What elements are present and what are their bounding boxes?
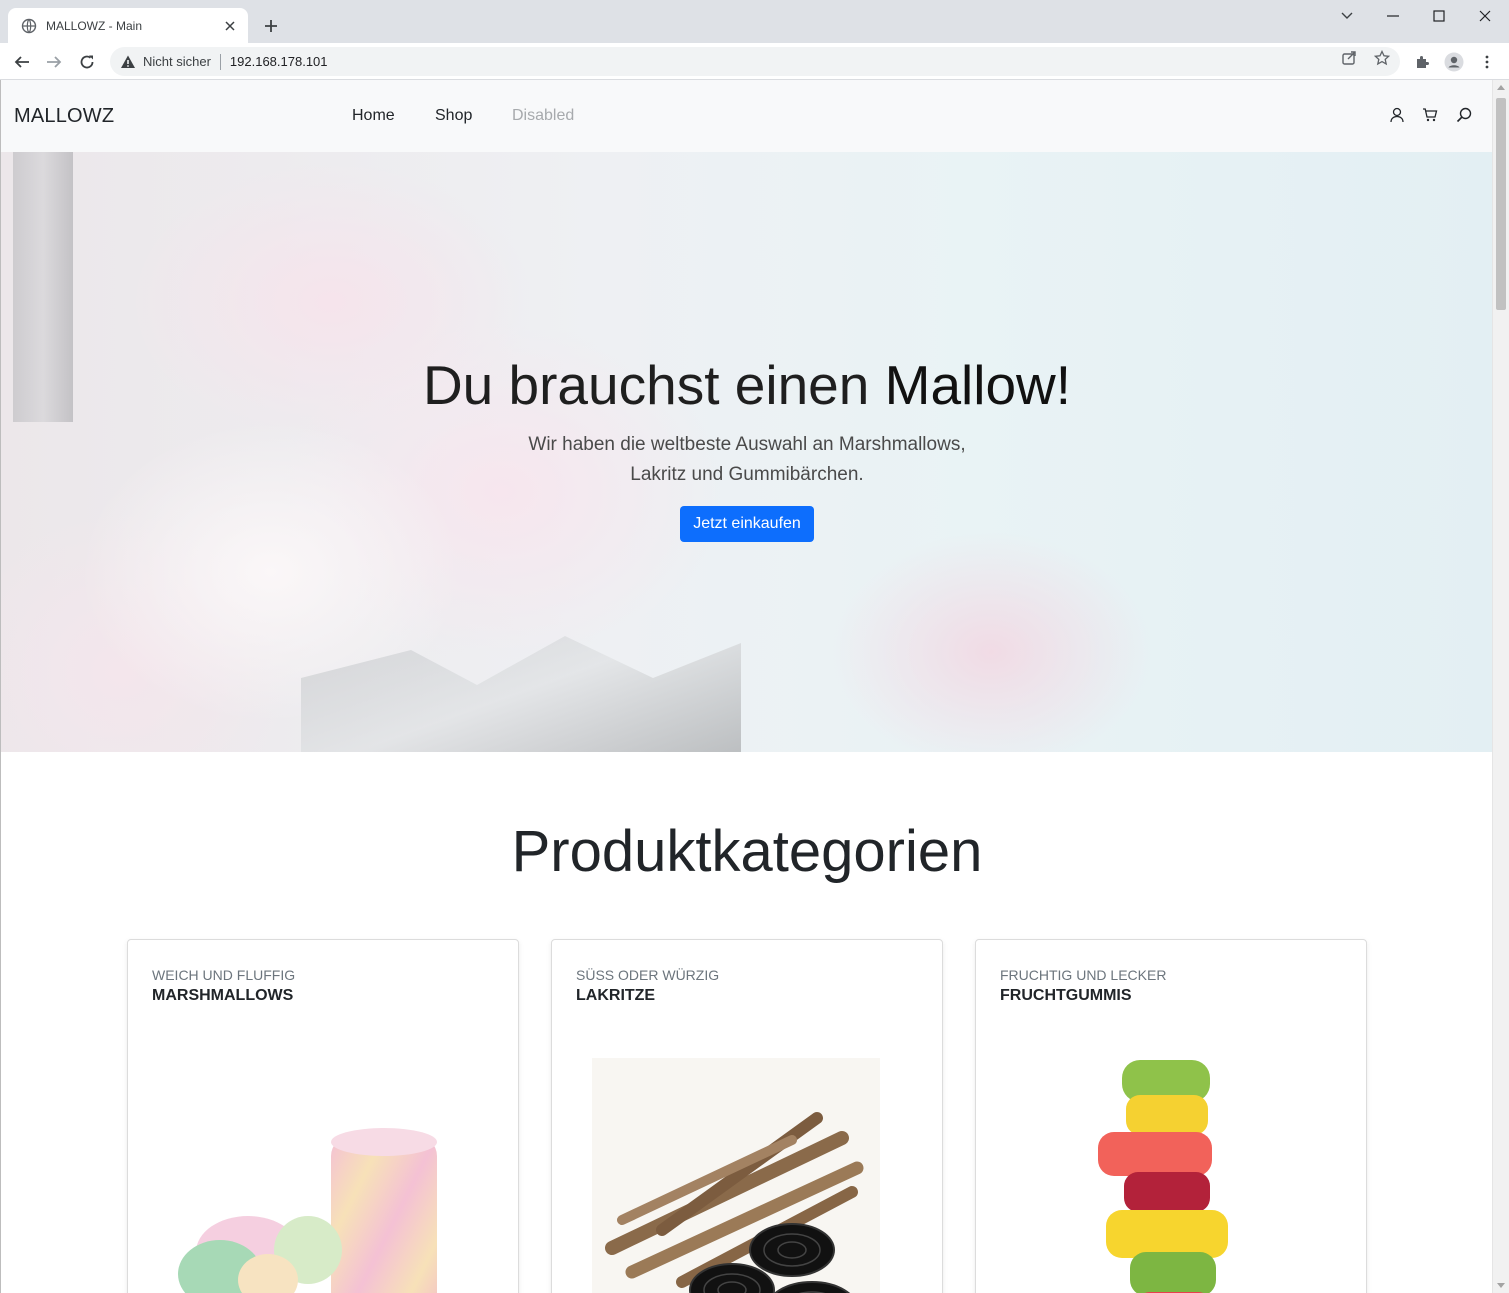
close-tab-icon[interactable]: [222, 18, 238, 34]
address-separator: [219, 53, 221, 70]
page-viewport: MALLOWZ Home Shop Disabled Du brauchst e…: [0, 80, 1492, 1293]
hero-background-cup: [301, 636, 741, 752]
category-card-fruchtgummis[interactable]: Fruchtig und lecker Fruchtgummis: [975, 939, 1367, 1293]
category-card-lakritze[interactable]: Süß oder würzig Lakritze: [551, 939, 943, 1293]
category-title[interactable]: Lakritze: [576, 987, 655, 1005]
nav-link-disabled: Disabled: [512, 107, 575, 124]
category-kicker: Fruchtig und lecker: [1000, 967, 1167, 983]
back-button[interactable]: [9, 49, 35, 75]
hero-content: Du brauchst einen Mallow! Wir haben die …: [1, 352, 1492, 542]
hero-title-light: Du brauchst einen: [422, 354, 885, 416]
categories-title: Produktkategorien: [511, 819, 983, 884]
tab-title: MALLOWZ - Main: [46, 18, 143, 33]
scroll-down-icon[interactable]: [1497, 1283, 1505, 1288]
site-navbar: MALLOWZ Home Shop Disabled: [1, 80, 1492, 152]
new-tab-button[interactable]: [260, 15, 282, 37]
brand-logo[interactable]: MALLOWZ: [14, 105, 114, 128]
security-label: Nicht sicher: [143, 54, 211, 69]
extensions-icon[interactable]: [1409, 49, 1435, 75]
share-icon[interactable]: [1338, 47, 1360, 69]
scrollbar-thumb[interactable]: [1496, 98, 1506, 310]
maximize-button[interactable]: [1416, 0, 1462, 32]
menu-dots-icon[interactable]: [1474, 49, 1500, 75]
user-icon[interactable]: [1388, 106, 1406, 124]
fruit-gums-image: [1098, 1060, 1228, 1293]
close-window-button[interactable]: [1462, 0, 1508, 32]
address-bar[interactable]: Nicht sicher 192.168.178.101: [110, 47, 1400, 76]
marshmallows-image: [178, 1128, 437, 1293]
minimize-button[interactable]: [1370, 0, 1416, 32]
nav-link-home[interactable]: Home: [352, 107, 395, 125]
category-card-marshmallows[interactable]: Weich und fluffig Marshmallows: [127, 939, 519, 1293]
browser-tab[interactable]: MALLOWZ - Main: [8, 8, 248, 43]
shop-now-button[interactable]: Jetzt einkaufen: [680, 506, 814, 542]
category-title[interactable]: Fruchtgummis: [1000, 987, 1132, 1005]
warning-icon[interactable]: [120, 54, 136, 70]
forward-button[interactable]: [41, 49, 67, 75]
hero-title: Du brauchst einen Mallow!: [1, 352, 1492, 418]
hero-lead: Wir haben die weltbeste Auswahl an Marsh…: [1, 430, 1492, 490]
category-kicker: Süß oder würzig: [576, 967, 720, 983]
browser-toolbar: Nicht sicher 192.168.178.101: [0, 43, 1509, 80]
hero-banner: Du brauchst einen Mallow! Wir haben die …: [1, 152, 1492, 752]
reload-button[interactable]: [74, 49, 100, 75]
category-title[interactable]: Marshmallows: [152, 987, 293, 1005]
chevron-down-icon[interactable]: [1324, 0, 1370, 32]
category-kicker: Weich und fluffig: [152, 967, 296, 983]
globe-icon: [21, 18, 37, 34]
profile-avatar[interactable]: [1441, 49, 1467, 75]
page-scrollbar[interactable]: [1492, 80, 1509, 1293]
url-text[interactable]: 192.168.178.101: [230, 54, 328, 69]
hero-title-bold: Mallow!: [884, 354, 1072, 416]
bookmark-star-icon[interactable]: [1371, 47, 1393, 69]
search-icon[interactable]: [1455, 106, 1473, 124]
hero-lead-line2: Lakritz und Gummibärchen.: [630, 464, 864, 485]
hero-lead-line1: Wir haben die weltbeste Auswahl an Marsh…: [528, 434, 966, 455]
cart-icon[interactable]: [1421, 106, 1439, 124]
liquorice-image: [592, 1058, 880, 1293]
browser-titlebar: MALLOWZ - Main: [0, 0, 1509, 43]
scroll-up-icon[interactable]: [1497, 85, 1505, 90]
nav-link-shop[interactable]: Shop: [435, 107, 472, 125]
